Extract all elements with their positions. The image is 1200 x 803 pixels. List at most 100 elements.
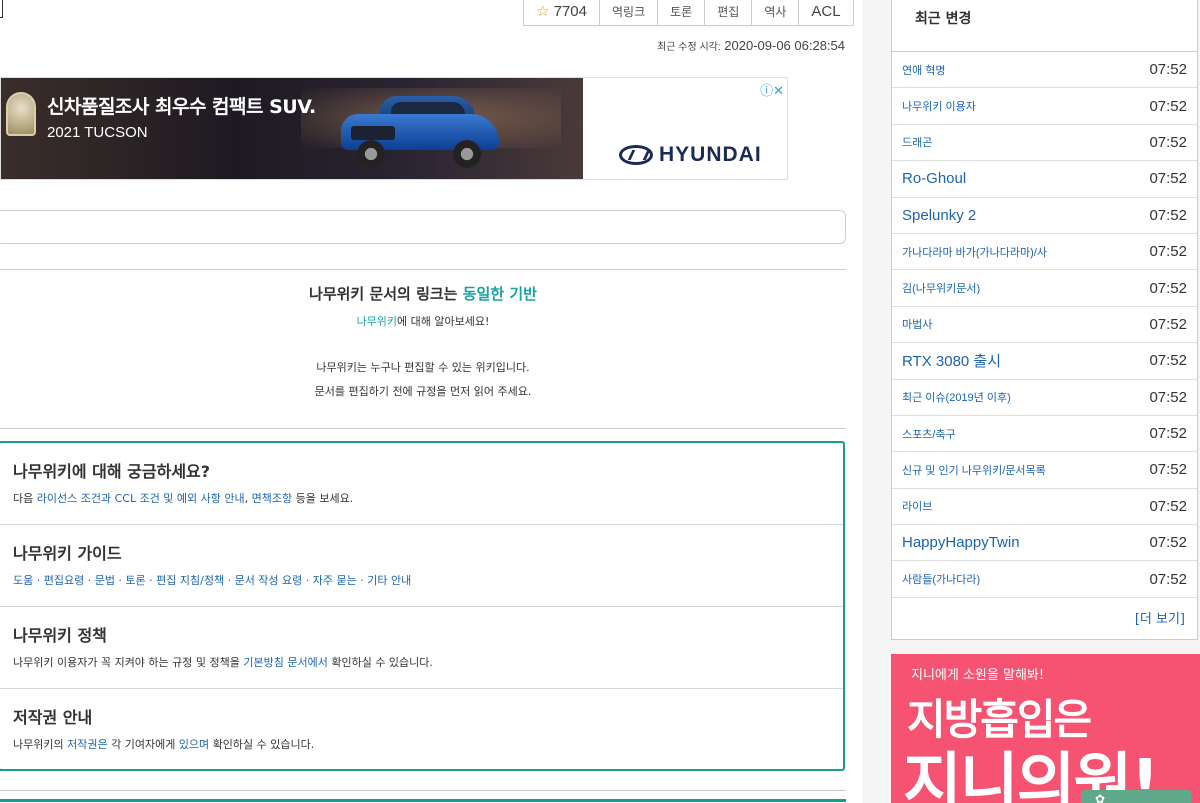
list-item[interactable]: 스포츠/축구 07:52: [892, 416, 1197, 453]
hyundai-emblem-icon: [619, 145, 653, 165]
main-content: ☆ 7704 역링크 토론 편집 역사 ACL 최근 수정 시각: 2020-0…: [0, 0, 862, 803]
recent-item-link[interactable]: 연애 혁명: [902, 62, 946, 78]
list-item[interactable]: Ro-Ghoul 07:52: [892, 161, 1197, 198]
notice-box: 나무위키 문서의 링크는 동일한 기반 나무위키에 대해 알아보세요! 나무위키…: [0, 283, 846, 399]
more-link[interactable]: [더 보기]: [1135, 608, 1185, 627]
info-row-guide: 나무위키 가이드 도움 · 편집요령 · 문법 · 토론 · 편집 지침/정책 …: [0, 525, 843, 607]
next-box-top: [0, 799, 846, 802]
award-medal-icon: [6, 92, 36, 136]
discuss-button[interactable]: 토론: [657, 0, 704, 25]
list-item[interactable]: HappyHappyTwin 07:52: [892, 525, 1197, 562]
disclaimer-link[interactable]: 면책조항: [252, 492, 292, 505]
copyright-link[interactable]: 저작권은: [67, 738, 107, 751]
recent-item-time: 07:52: [1149, 133, 1187, 151]
last-modified-value: 2020-09-06 06:28:54: [724, 38, 845, 53]
recent-item-link[interactable]: 최근 이슈(2019년 이후): [902, 389, 1011, 405]
last-modified-label: 최근 수정 시각:: [657, 42, 721, 53]
notice-title: 나무위키 문서의 링크는 동일한 기반: [309, 285, 537, 303]
list-item[interactable]: 사람들(가나다라) 07:52: [892, 561, 1197, 598]
list-item[interactable]: 드래곤 07:52: [892, 125, 1197, 162]
list-item[interactable]: 라이브 07:52: [892, 489, 1197, 526]
info-row-copyright: 저작권 안내 나무위키의 저작권은 각 기여자에게 있으며 확인하실 수 있습니…: [0, 689, 843, 771]
recent-item-link[interactable]: 라이브: [902, 498, 932, 514]
hyundai-logo: HYUNDAI: [619, 143, 762, 167]
ad-brand-name: HYUNDAI: [659, 143, 762, 166]
recent-item-time: 07:52: [1149, 461, 1187, 479]
recent-item-link[interactable]: 스포츠/축구: [902, 426, 956, 442]
info-desc: 다음 라이선스 조건과 CCL 조건 및 예외 사항 안내, 면책조항 등을 보…: [13, 492, 354, 505]
list-item[interactable]: RTX 3080 출시 07:52: [892, 343, 1197, 380]
search-input[interactable]: [0, 210, 846, 244]
recent-item-link[interactable]: 김(나무위키문서): [902, 280, 980, 296]
acl-button[interactable]: ACL: [798, 0, 852, 25]
info-heading: 나무위키에 대해 궁금하세요?: [13, 462, 211, 481]
info-desc: 나무위키 이용자가 꼭 지켜야 하는 규정 및 정책을 기본방침 문서에서 확인…: [13, 656, 433, 669]
recent-item-link[interactable]: 가나다라마 바가(가나다라마)/사: [902, 244, 1047, 260]
history-button[interactable]: 역사: [751, 0, 798, 25]
ad-headline: 신차품질조사 최우수 컴팩트 SUV.: [47, 96, 316, 118]
recent-item-link[interactable]: Ro-Ghoul: [902, 170, 966, 187]
recent-item-link[interactable]: RTX 3080 출시: [902, 350, 1001, 371]
list-item[interactable]: 김(나무위키문서) 07:52: [892, 270, 1197, 307]
info-heading: 저작권 안내: [13, 708, 93, 727]
notice-subtitle: 나무위키에 대해 알아보세요!: [356, 315, 490, 328]
recent-item-time: 07:52: [1149, 97, 1187, 115]
recent-item-link[interactable]: Spelunky 2: [902, 207, 976, 224]
notice-line4: 문서를 편집하기 전에 규정을 먼저 읽어 주세요.: [314, 385, 532, 398]
recent-item-time: 07:52: [1149, 497, 1187, 515]
star-count: 7704: [553, 3, 587, 20]
advertisement-banner[interactable]: 신차품질조사 최우수 컴팩트 SUV. 2021 TUCSON ⓘ✕ HYUND…: [0, 77, 788, 180]
recent-item-time: 07:52: [1149, 243, 1187, 261]
policy-link[interactable]: 기본방침 문서에서: [243, 656, 327, 669]
recent-item-time: 07:52: [1149, 425, 1187, 443]
guide-links[interactable]: 도움 · 편집요령 · 문법 · 토론 · 편집 지침/정책 · 문서 작성 요…: [13, 574, 411, 587]
recent-item-link[interactable]: HappyHappyTwin: [902, 534, 1020, 551]
list-item[interactable]: 최근 이슈(2019년 이후) 07:52: [892, 380, 1197, 416]
edge-decoration: [0, 0, 3, 18]
recent-changes-list: 연애 혁명 07:52 나무위키 이용자 07:52 드래곤 07:52 Ro-Gho…: [892, 52, 1197, 598]
license-link[interactable]: 라이선스 조건과 CCL 조건 및 예외 사항 안내: [37, 492, 245, 505]
list-item[interactable]: 신규 및 인기 나무위키/문서목록 07:52: [892, 452, 1197, 489]
recent-item-time: 07:52: [1149, 315, 1187, 333]
info-desc: 나무위키의 저작권은 각 기여자에게 있으며 확인하실 수 있습니다.: [13, 738, 315, 751]
recent-item-time: 07:52: [1149, 570, 1187, 588]
edit-button[interactable]: 편집: [704, 0, 751, 25]
recent-item-time: 07:52: [1149, 534, 1187, 552]
recent-item-link[interactable]: 나무위키 이용자: [902, 98, 976, 114]
ad-model: 2021 TUCSON: [47, 124, 148, 141]
info-row-about: 나무위키에 대해 궁금하세요? 다음 라이선스 조건과 CCL 조건 및 예외 …: [0, 443, 843, 525]
info-heading: 나무위키 정책: [13, 626, 107, 645]
recent-item-time: 07:52: [1149, 170, 1187, 188]
star-button[interactable]: ☆ 7704: [524, 0, 599, 25]
recent-item-link[interactable]: 드래곤: [902, 134, 932, 150]
side-advertisement[interactable]: 지니에게 소원을 말해봐! 지방흡입은 지니의원! ✿: [891, 654, 1200, 803]
notice-link[interactable]: 동일한 기반: [463, 285, 537, 303]
ad-info-close-icon[interactable]: ⓘ✕: [760, 80, 784, 99]
recent-item-link[interactable]: 신규 및 인기 나무위키/문서목록: [902, 462, 1046, 478]
recent-item-time: 07:52: [1149, 206, 1187, 224]
backlinks-button[interactable]: 역링크: [599, 0, 657, 25]
recent-item-link[interactable]: 마법사: [902, 316, 932, 332]
divider: [0, 428, 846, 429]
ad-image: 신차품질조사 최우수 컴팩트 SUV. 2021 TUCSON: [1, 78, 583, 179]
recent-item-time: 07:52: [1149, 388, 1187, 406]
list-item[interactable]: 가나다라마 바가(가나다라마)/사 07:52: [892, 234, 1197, 271]
list-item[interactable]: 마법사 07:52: [892, 307, 1197, 344]
recent-item-time: 07:52: [1149, 279, 1187, 297]
recent-item-link[interactable]: 사람들(가나다라): [902, 571, 980, 587]
banner-widget[interactable]: ✿: [1081, 790, 1191, 803]
list-item[interactable]: 나무위키 이용자 07:52: [892, 88, 1197, 125]
car-image: [341, 96, 499, 168]
recent-changes-sidebar: 최근 변경 연애 혁명 07:52 나무위키 이용자 07:52 드래곤 07:52 …: [891, 0, 1198, 640]
list-item[interactable]: 연애 혁명 07:52: [892, 52, 1197, 89]
info-box: 나무위키에 대해 궁금하세요? 다음 라이선스 조건과 CCL 조건 및 예외 …: [0, 441, 845, 771]
copyright-link-2[interactable]: 있으며: [179, 738, 209, 751]
list-item[interactable]: Spelunky 2 07:52: [892, 198, 1197, 234]
recent-item-time: 07:52: [1149, 61, 1187, 79]
namuwiki-link[interactable]: 나무위키: [357, 315, 397, 328]
info-row-policy: 나무위키 정책 나무위키 이용자가 꼭 지켜야 하는 규정 및 정책을 기본방침…: [0, 607, 843, 689]
last-modified: 최근 수정 시각: 2020-09-06 06:28:54: [657, 38, 845, 53]
info-heading: 나무위키 가이드: [13, 544, 122, 563]
gear-icon: ✿: [1095, 792, 1106, 803]
divider: [0, 269, 846, 270]
